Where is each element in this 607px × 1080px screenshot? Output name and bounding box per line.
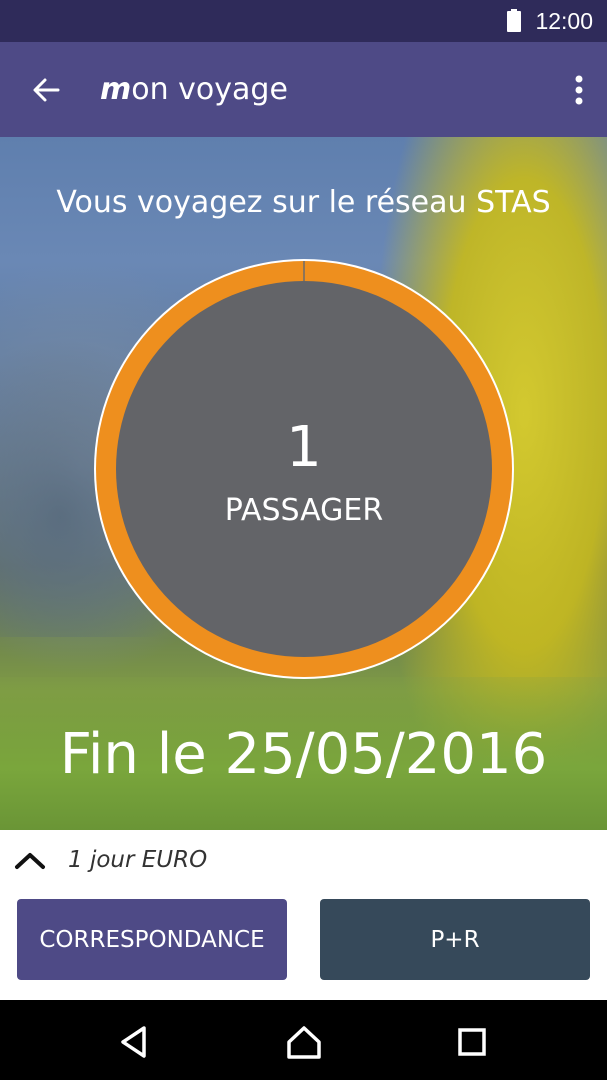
status-bar: 12:00 bbox=[0, 0, 607, 42]
network-text: Vous voyagez sur le réseau STAS bbox=[56, 185, 551, 220]
nav-recents-icon[interactable] bbox=[452, 1022, 492, 1062]
end-date: Fin le 25/05/2016 bbox=[59, 722, 548, 787]
battery-icon bbox=[507, 9, 521, 32]
passenger-label: PASSAGER bbox=[224, 493, 384, 528]
passenger-count: 1 bbox=[286, 415, 322, 480]
park-and-ride-button[interactable]: P+R bbox=[320, 899, 590, 980]
ticket-name: 1 jour EURO bbox=[68, 847, 208, 873]
nav-back-icon[interactable] bbox=[114, 1022, 154, 1062]
chevron-up-icon[interactable] bbox=[14, 848, 46, 872]
app-bar: mon voyage bbox=[0, 42, 607, 137]
page-title-rest: on voyage bbox=[131, 72, 288, 107]
status-time: 12:00 bbox=[535, 8, 593, 34]
nav-home-icon[interactable] bbox=[284, 1022, 324, 1062]
page-title: mon voyage bbox=[100, 72, 288, 107]
overflow-menu-icon[interactable] bbox=[573, 74, 585, 106]
page-title-initial: m bbox=[100, 72, 132, 107]
correspondance-button[interactable]: CORRESPONDANCE bbox=[17, 899, 287, 980]
system-nav-bar bbox=[0, 1000, 607, 1080]
ticket-panel: 1 jour EURO CORRESPONDANCE P+R bbox=[0, 830, 607, 1000]
journey-hero: Vous voyagez sur le réseau STAS 1 PASSAG… bbox=[0, 137, 607, 830]
back-arrow-icon[interactable] bbox=[28, 72, 64, 108]
